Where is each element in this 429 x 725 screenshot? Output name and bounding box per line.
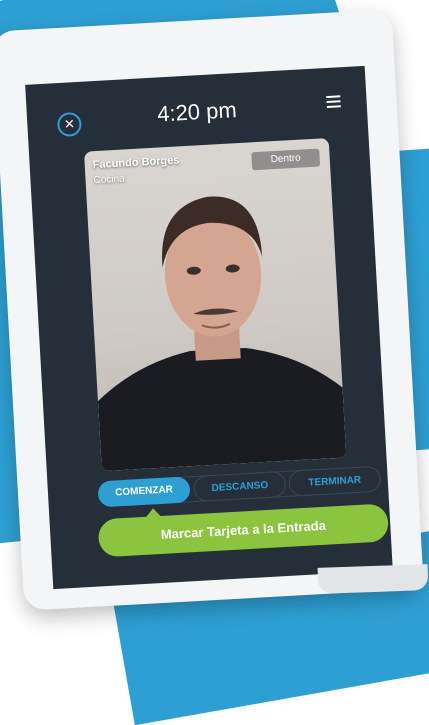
employee-photo: Facundo Borges Cocina Dentro [83,138,347,472]
tab-comenzar[interactable]: COMENZAR [97,476,191,508]
clock-time: 4:20 pm [156,97,238,127]
menu-icon[interactable] [326,95,341,109]
tab-terminar[interactable]: TERMINAR [288,465,382,497]
tab-descanso[interactable]: DESCANSO [193,470,287,503]
kiosk-screen: ✕ 4:20 pm Facundo Borges Cocina Dentro C… [25,65,393,590]
employee-portrait [97,196,347,472]
top-bar: ✕ 4:20 pm [25,66,368,149]
employee-department: Cocina [93,173,126,187]
clock-in-button[interactable]: Marcar Tarjeta a la Entrada [97,503,390,558]
status-badge: Dentro [251,148,321,171]
punch-type-selector: COMENZAR DESCANSO TERMINAR [97,465,382,508]
tablet-device: ✕ 4:20 pm Facundo Borges Cocina Dentro C… [0,9,424,611]
device-edge [317,564,429,594]
